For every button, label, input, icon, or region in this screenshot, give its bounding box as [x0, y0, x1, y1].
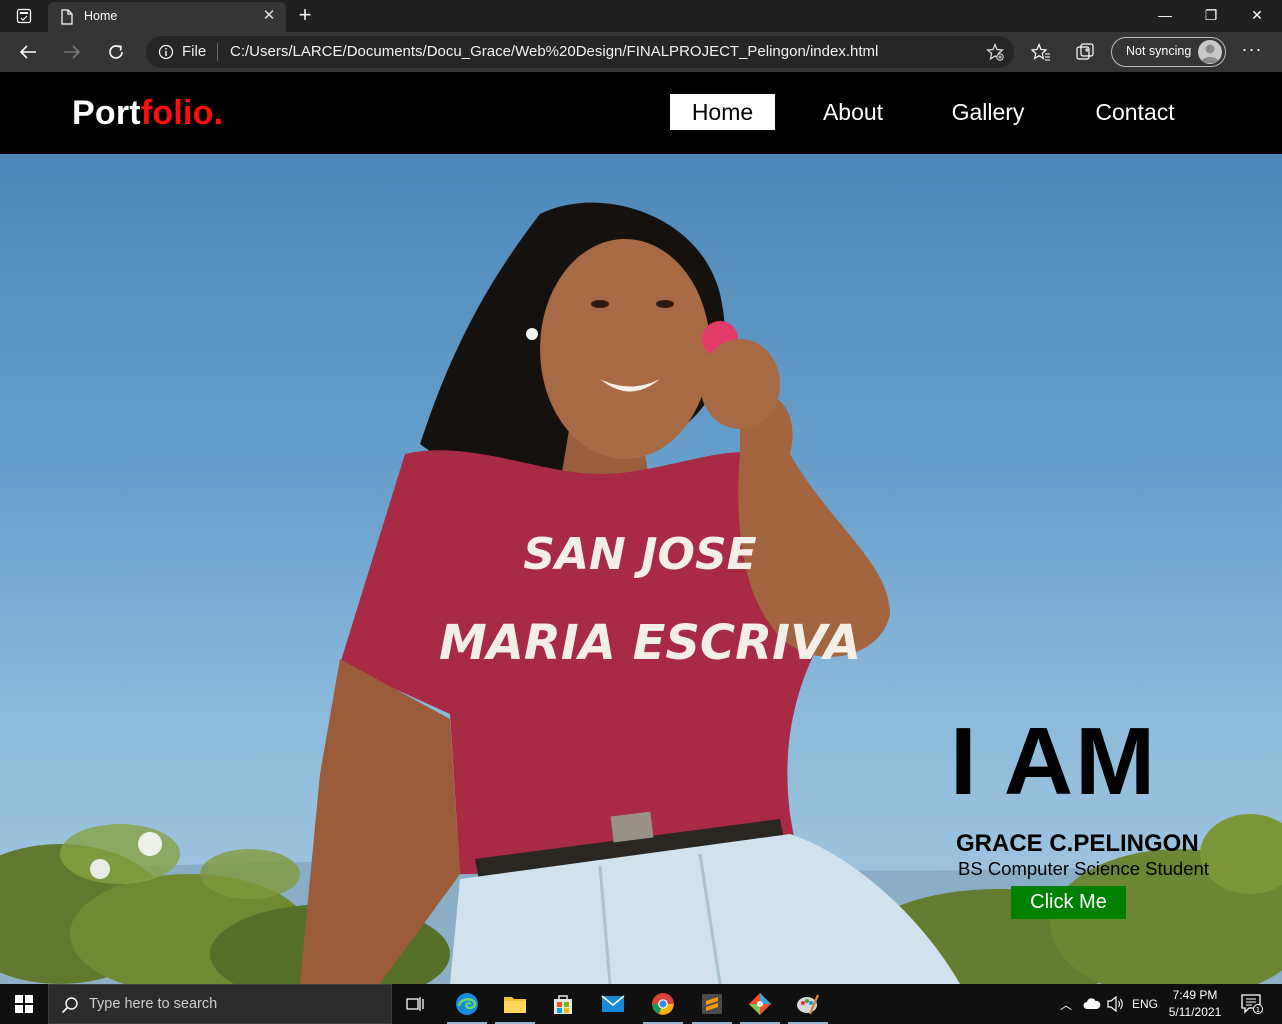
shirt-text-1: SAN JOSE	[523, 529, 756, 580]
notification-count: 1	[1256, 1006, 1260, 1014]
file-explorer-icon[interactable]	[491, 984, 539, 1024]
browser-toolbar: File C:/Users/LARCE/Documents/Docu_Grace…	[0, 32, 1282, 72]
earring	[526, 328, 538, 340]
favorites-icon[interactable]	[1029, 40, 1053, 64]
site-navbar: Portfolio. Home About Gallery Contact	[0, 72, 1282, 154]
onedrive-cloud-icon[interactable]	[1080, 984, 1104, 1024]
store-icon[interactable]	[539, 984, 587, 1024]
address-divider	[217, 43, 218, 61]
restore-icon[interactable]: ❐	[1188, 0, 1234, 32]
address-scheme-label: File	[182, 43, 207, 60]
forward-icon[interactable]	[57, 38, 87, 66]
paint-icon[interactable]	[784, 984, 832, 1024]
sync-label: Not syncing	[1126, 44, 1192, 58]
tab-close-icon[interactable]: ✕	[260, 7, 278, 25]
sublime-text-icon[interactable]	[688, 984, 736, 1024]
close-window-icon[interactable]: ✕	[1234, 0, 1280, 32]
new-tab-button[interactable]: +	[292, 4, 318, 28]
browser-tab-home[interactable]: Home ✕	[48, 2, 286, 32]
clock[interactable]: 7:49 PM 5/11/2021	[1162, 987, 1228, 1021]
hero-role: BS Computer Science Student	[958, 858, 1209, 879]
url-text[interactable]: C:/Users/LARCE/Documents/Docu_Grace/Web%…	[230, 43, 878, 60]
search-icon	[61, 996, 79, 1019]
tab-title: Home	[84, 9, 118, 23]
hero-heading: I AM	[950, 708, 1158, 815]
settings-more-icon[interactable]: ···	[1238, 40, 1266, 64]
back-icon[interactable]	[13, 38, 43, 66]
nav-about[interactable]: About	[808, 94, 898, 130]
clock-date: 5/11/2021	[1168, 1005, 1222, 1019]
git-app-icon[interactable]	[736, 984, 784, 1024]
taskbar-search-box[interactable]: Type here to search	[48, 984, 392, 1024]
collections-icon[interactable]	[1073, 40, 1097, 64]
chrome-icon[interactable]	[639, 984, 687, 1024]
nav-home[interactable]: Home	[670, 94, 775, 130]
browser-tab-bar: Home ✕ + — ❐ ✕	[0, 0, 1282, 32]
hero-section: SAN JOSE MARIA ESCRIVA I AM GRACE C.PELI…	[0, 154, 1282, 984]
windows-start-icon[interactable]	[0, 984, 48, 1024]
profile-sync-button[interactable]: Not syncing	[1111, 37, 1226, 67]
shirt-text-2: MARIA ESCRIVA	[439, 615, 861, 671]
address-bar[interactable]: File C:/Users/LARCE/Documents/Docu_Grace…	[146, 36, 1014, 68]
tab-actions-icon[interactable]	[8, 6, 40, 26]
click-me-button[interactable]: Click Me	[1011, 886, 1126, 919]
language-indicator[interactable]: ENG	[1128, 984, 1162, 1024]
clock-time: 7:49 PM	[1172, 988, 1218, 1002]
volume-icon[interactable]	[1104, 984, 1126, 1024]
tray-chevron-icon[interactable]: ︿	[1056, 984, 1076, 1024]
windows-taskbar: Type here to search ︿ ENG 7:49 PM 5/11/2…	[0, 984, 1282, 1024]
mail-icon[interactable]	[589, 984, 637, 1024]
belt-buckle	[610, 811, 654, 843]
face	[540, 239, 710, 459]
info-icon[interactable]	[158, 44, 174, 65]
minimize-icon[interactable]: —	[1142, 0, 1188, 32]
task-view-icon[interactable]	[392, 984, 440, 1024]
notification-center-icon[interactable]: 1	[1232, 984, 1272, 1024]
hand	[700, 339, 780, 429]
nav-contact[interactable]: Contact	[1080, 94, 1190, 130]
page-icon	[60, 9, 74, 30]
avatar	[1198, 40, 1222, 64]
search-placeholder: Type here to search	[89, 996, 218, 1012]
logo-text-white: Port	[72, 94, 141, 132]
logo-text-red: folio.	[140, 94, 224, 132]
add-favorite-icon[interactable]	[986, 42, 1004, 66]
hero-name: GRACE C.PELINGON	[956, 830, 1199, 857]
edge-browser-icon[interactable]	[443, 984, 491, 1024]
refresh-icon[interactable]	[101, 38, 131, 66]
nav-gallery[interactable]: Gallery	[940, 94, 1036, 130]
web-page: Portfolio. Home About Gallery Contact SA…	[0, 72, 1282, 984]
site-logo[interactable]: Portfolio.	[72, 94, 223, 133]
